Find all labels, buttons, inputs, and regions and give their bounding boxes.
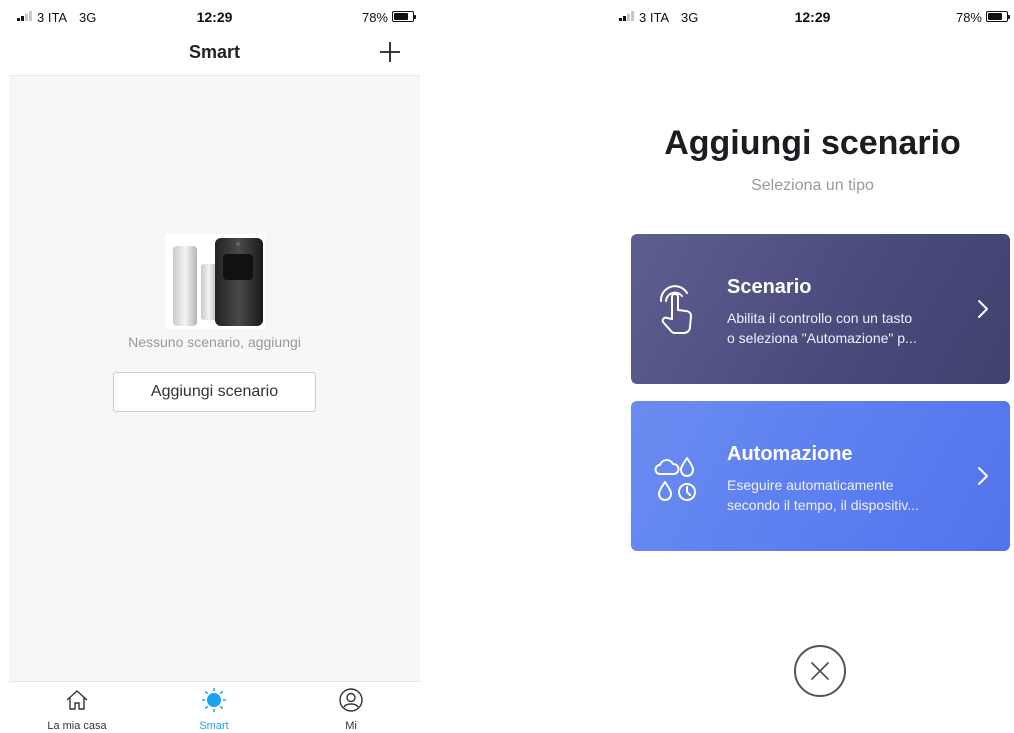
card-title: Automazione [727,443,853,465]
status-bar: 3 ITA 3G 12:29 78% [9,0,420,34]
card-description: Abilita il controllo con un tasto o sele… [727,308,957,348]
device-image [165,234,265,329]
battery-percent: 78% [361,10,388,25]
add-scene-button[interactable]: Aggiungi scenario [113,372,316,412]
sun-icon [202,688,226,712]
page-title: Aggiungi scenario [664,124,961,162]
card-description: Eseguire automaticamente secondo il temp… [727,475,957,515]
profile-icon [339,688,363,712]
home-icon [66,690,88,710]
page-title: Smart [188,42,241,62]
tab-home[interactable]: La mia casa [27,682,127,733]
clock: 12:29 [196,9,233,25]
empty-message: Nessuno scenario, aggiungi [128,334,301,350]
tab-label: Mi [345,720,357,732]
close-icon [811,662,829,680]
scenario-card[interactable]: Scenario Abilita il controllo con un tas… [631,234,1010,384]
status-bar: 3 ITA 3G 12:29 78% [611,0,1014,34]
card-description-line: Eseguire automaticamente [727,477,894,493]
chevron-right-icon [978,467,988,485]
weather-clock-icon [654,457,696,501]
smart-screen: 3 ITA 3G 12:29 78% Smart Nessuno scenari… [9,0,420,733]
battery-percent: 78% [955,10,982,25]
card-description-line: secondo il tempo, il dispositiv... [727,497,919,513]
tab-label: La mia casa [47,720,107,732]
chevron-right-icon [978,300,988,318]
card-description-line: Abilita il controllo con un tasto [727,310,913,326]
add-scene-screen: 3 ITA 3G 12:29 78% Aggiungi scenario Sel… [611,0,1014,733]
tab-smart[interactable]: Smart [164,682,264,733]
tab-mi[interactable]: Mi [301,682,401,733]
scene-list-empty: Nessuno scenario, aggiungi Aggiungi scen… [9,76,420,681]
touch-hand-icon [659,285,692,334]
battery-icon [986,11,1010,22]
page-subtitle: Seleziona un tipo [751,177,874,194]
battery-icon [392,11,416,22]
clock: 12:29 [794,9,831,25]
add-icon[interactable] [378,40,402,64]
automation-card[interactable]: Automazione Eseguire automaticamente sec… [631,401,1010,551]
tab-bar: La mia casa Smart Mi [9,681,420,733]
card-description-line: o seleziona "Automazione" p... [727,330,917,346]
nav-header: Smart [9,34,420,76]
tab-label: Smart [199,720,229,732]
card-title: Scenario [727,276,812,298]
close-button[interactable] [794,645,846,697]
